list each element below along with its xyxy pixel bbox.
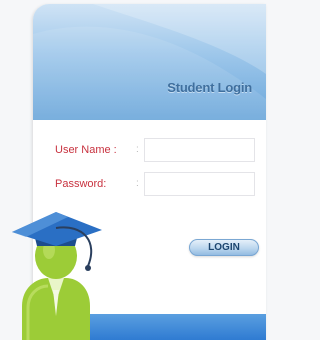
username-label: User Name : xyxy=(55,144,117,156)
login-button[interactable]: LOGIN xyxy=(189,239,259,256)
password-input[interactable] xyxy=(144,172,255,196)
password-colon: : xyxy=(136,178,139,189)
username-input[interactable] xyxy=(144,138,255,162)
login-header: Student Login xyxy=(33,4,266,120)
login-title: Student Login xyxy=(167,80,252,95)
password-row: Password: : xyxy=(33,172,266,198)
student-graduate-icon xyxy=(12,212,102,340)
header-swoosh xyxy=(33,4,266,120)
username-colon: : xyxy=(136,144,139,155)
password-label: Password: xyxy=(55,178,107,190)
username-row: User Name : : xyxy=(33,138,266,164)
